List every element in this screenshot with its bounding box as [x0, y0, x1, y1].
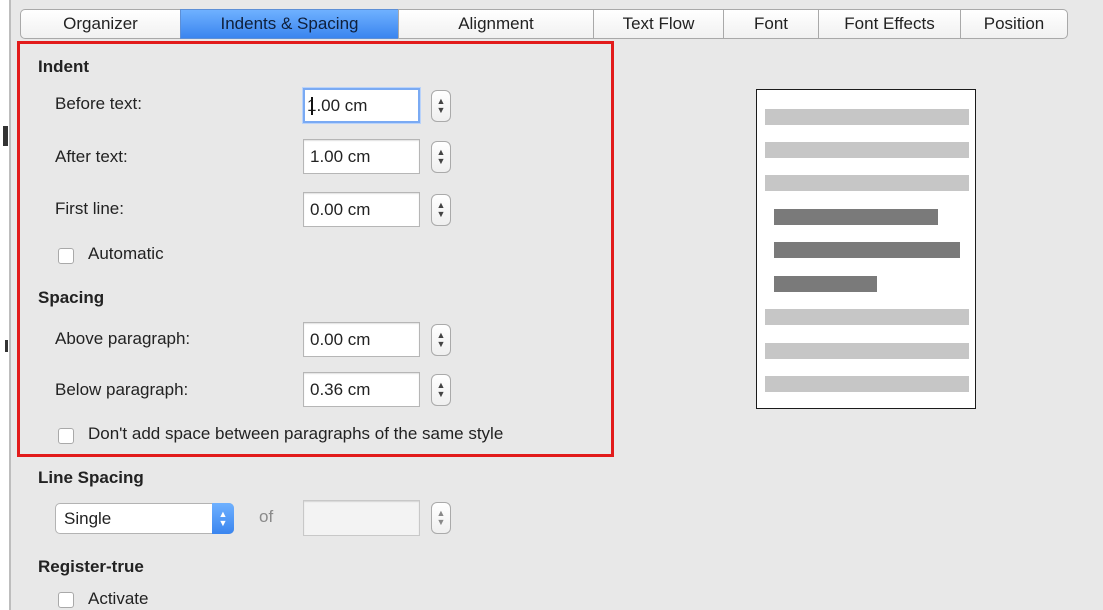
preview-line: [765, 343, 969, 359]
activate-label: Activate: [88, 589, 149, 608]
preview-line: [765, 309, 969, 325]
preview-line: [765, 376, 969, 392]
line-spacing-value-field[interactable]: [303, 500, 420, 536]
preview-current-line: [774, 209, 938, 225]
preview-line: [765, 142, 969, 158]
tab-font[interactable]: Font: [723, 9, 818, 39]
tab-position[interactable]: Position: [960, 9, 1068, 39]
preview-line: [765, 175, 969, 191]
window-edge: [0, 0, 9, 610]
tab-text-flow[interactable]: Text Flow: [593, 9, 723, 39]
edge-mark: [3, 126, 8, 146]
preview-line: [765, 109, 969, 125]
preview-current-line: [774, 276, 877, 292]
line-spacing-spinner[interactable]: ▲ ▼: [431, 502, 451, 534]
activate-checkbox[interactable]: [58, 592, 74, 608]
select-arrows-icon: ▲ ▼: [212, 503, 234, 534]
text-caret: [311, 96, 313, 115]
line-spacing-heading: Line Spacing: [38, 468, 144, 487]
of-label: of: [259, 507, 274, 526]
down-arrow-icon: ▼: [436, 517, 446, 527]
tab-indents-spacing[interactable]: Indents & Spacing: [180, 9, 398, 39]
tab-bar: Organizer Indents & Spacing Alignment Te…: [20, 9, 1068, 39]
tab-organizer[interactable]: Organizer: [20, 9, 180, 39]
highlight-box: [17, 41, 614, 457]
line-spacing-select[interactable]: Single ▲ ▼: [55, 503, 234, 534]
window-divider: [9, 0, 11, 610]
tab-font-effects[interactable]: Font Effects: [818, 9, 960, 39]
edge-mark: [5, 340, 8, 352]
paragraph-preview: [756, 89, 976, 409]
preview-current-line: [774, 242, 960, 258]
register-true-heading: Register-true: [38, 557, 144, 576]
tab-alignment[interactable]: Alignment: [398, 9, 593, 39]
line-spacing-selected: Single: [64, 508, 112, 528]
